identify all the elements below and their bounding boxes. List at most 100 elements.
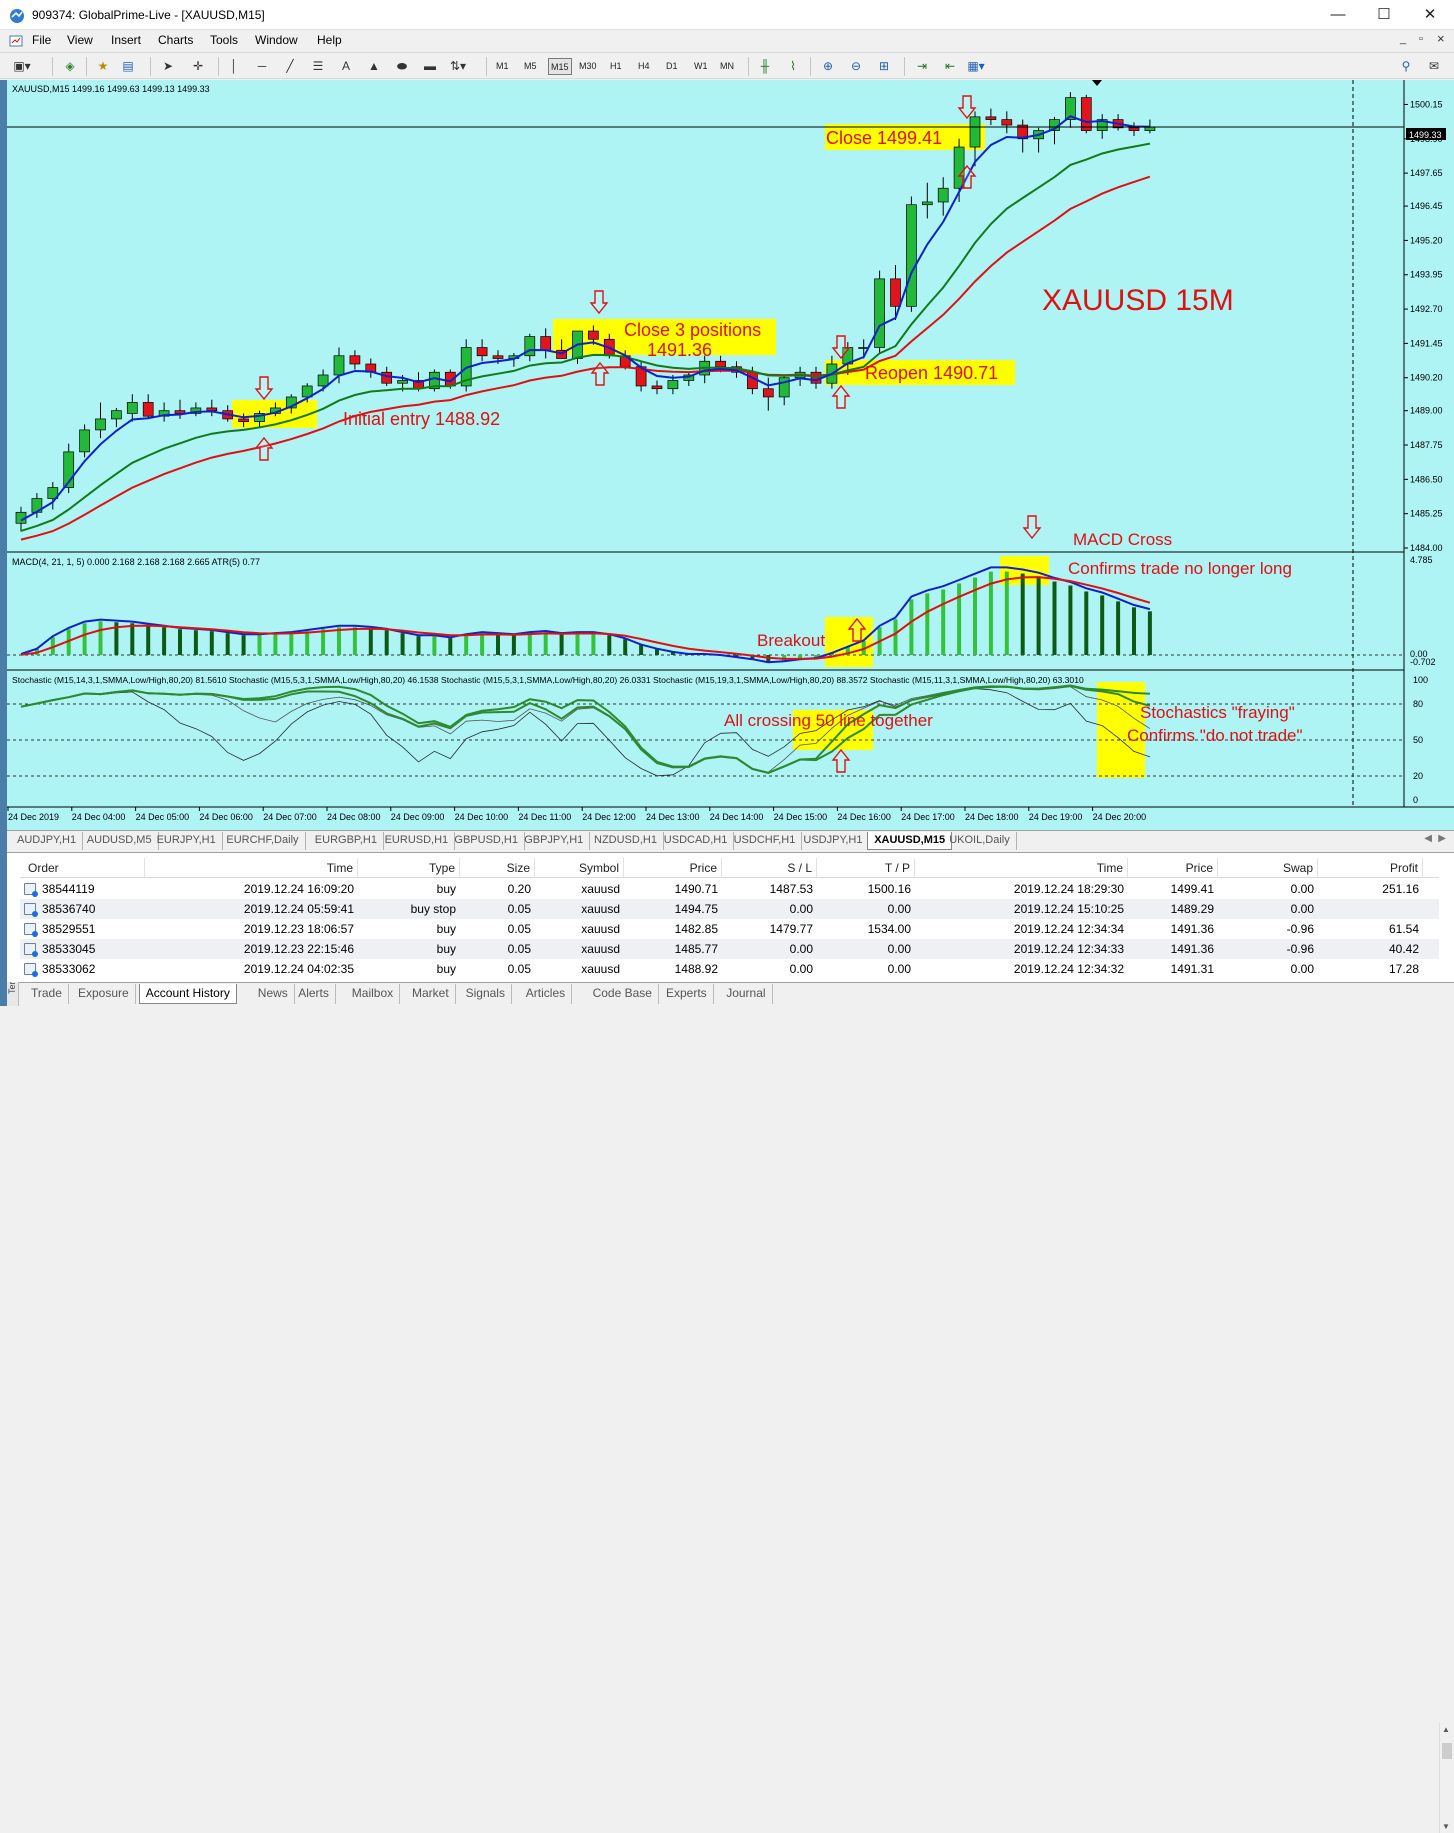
scroll-up-icon[interactable]: ▲ [1442,1725,1450,1734]
candle-body [985,116,997,120]
zoom-out-icon[interactable]: ⊖ [846,56,866,76]
tile-windows-icon[interactable]: ⊞ [874,56,894,76]
table-row[interactable]: 38533045 2019.12.23 22:15:46 buy 0.05 xauusd… [20,939,1439,959]
tabs-scroll-left-icon[interactable]: ◀ [1424,833,1432,844]
menu-charts[interactable]: Charts [158,33,193,47]
table-row[interactable]: 38533062 2019.12.24 04:02:35 buy 0.05 xauusd… [20,959,1439,979]
timeframe-m5[interactable]: M5 [522,58,539,75]
symbol-tab[interactable]: AUDUSD,M5 [81,832,159,850]
column-header[interactable]: Swap [1218,858,1318,878]
table-row[interactable]: 38536740 2019.12.24 05:59:41 buy stop 0.05 x… [20,899,1439,919]
fibonacci-icon[interactable]: ☰ [308,56,328,76]
timeframe-m15[interactable]: M15 [548,58,572,75]
column-header[interactable]: Order [20,858,145,878]
timeframe-m1[interactable]: M1 [494,58,511,75]
column-header[interactable]: Symbol [535,858,624,878]
bar-chart-icon[interactable]: ╫ [755,56,775,76]
scroll-thumb[interactable] [1442,1743,1452,1759]
symbol-tab[interactable]: GBPUSD,H1 [448,832,525,850]
triangle-icon[interactable]: ▲ [364,56,384,76]
symbol-tab[interactable]: EURJPY,H1 [151,832,223,850]
close-button[interactable]: ✕ [1407,0,1453,30]
terminal-tab[interactable]: Trade [25,984,69,1004]
column-header[interactable]: Type [358,858,460,878]
new-chart-icon[interactable]: ▣▾ [12,56,32,76]
terminal-tab[interactable]: Account History [138,984,237,1004]
vertical-scrollbar[interactable]: ▲ ▼ [1439,1723,1454,1833]
search-icon[interactable]: ⚲ [1396,56,1416,76]
chart-canvas[interactable]: 1500.151498.901497.651496.451495.201493.… [7,80,1454,830]
autoscroll-icon[interactable]: ⇥ [912,56,932,76]
column-header[interactable]: Price [1128,858,1218,878]
column-header[interactable]: Size [460,858,535,878]
menu-window[interactable]: Window [255,33,298,47]
mdi-close-button[interactable]: × [1437,31,1445,46]
maximize-button[interactable]: ☐ [1361,0,1407,30]
cursor-icon[interactable]: ➤ [158,56,178,76]
column-header[interactable]: Price [624,858,722,878]
indicators-icon[interactable]: ▦▾ [966,56,986,76]
vertical-line-icon[interactable]: │ [224,56,244,76]
macd-bar [480,633,485,655]
minimize-button[interactable]: — [1315,0,1361,30]
timeframe-h1[interactable]: H1 [608,58,624,75]
symbol-tab[interactable]: GBPJPY,H1 [518,832,591,850]
chart-window[interactable]: 1500.151498.901497.651496.451495.201493.… [7,80,1454,830]
column-header[interactable]: Profit [1318,858,1423,878]
trendline-icon[interactable]: ╱ [280,56,300,76]
timeframe-h4[interactable]: H4 [636,58,652,75]
text-tool-icon[interactable]: A [336,56,356,76]
mdi-minimize-button[interactable]: _ [1400,33,1406,45]
terminal-tab[interactable]: News [252,984,295,1004]
tabs-scroll-right-icon[interactable]: ▶ [1438,833,1446,844]
terminal-tab[interactable]: Mailbox [346,984,401,1004]
menu-file[interactable]: File [32,33,51,47]
profiles-icon[interactable]: ◈ [60,56,80,76]
symbol-tab[interactable]: USDCHF,H1 [728,832,803,850]
mdi-restore-button[interactable]: ▫ [1419,33,1423,45]
terminal-tab[interactable]: Signals [460,984,512,1004]
table-row[interactable]: 38544119 2019.12.24 16:09:20 buy 0.20 xauusd… [20,879,1439,899]
column-header[interactable]: Time [915,858,1128,878]
terminal-tab[interactable]: Articles [520,984,573,1004]
terminal-tab[interactable]: Alerts [292,984,336,1004]
timeframe-m30[interactable]: M30 [577,58,599,75]
chart-shift-icon[interactable]: ⇤ [940,56,960,76]
symbol-tab[interactable]: EURUSD,H1 [379,832,456,850]
timeframe-w1[interactable]: W1 [692,58,710,75]
symbol-tab[interactable]: EURCHF,Daily [220,832,306,850]
crosshair-icon[interactable]: ✛ [188,56,208,76]
terminal-tab[interactable]: Market [406,984,456,1004]
symbol-tab[interactable]: AUDJPY,H1 [11,832,84,850]
column-header[interactable]: Time [145,858,358,878]
menu-view[interactable]: View [67,33,93,47]
menu-tools[interactable]: Tools [210,33,238,47]
market-watch-icon[interactable]: ★ [93,56,113,76]
menu-insert[interactable]: Insert [111,33,141,47]
navigator-icon[interactable]: ▤ [118,56,138,76]
ellipse-icon[interactable]: ⬬ [392,56,412,76]
column-header[interactable]: S / L [722,858,817,878]
symbol-tab[interactable]: USDJPY,H1 [797,832,870,850]
symbol-tab[interactable]: UKOIL,Daily [943,832,1017,850]
chat-icon[interactable]: ✉ [1424,56,1444,76]
arrows-icon[interactable]: ⇅▾ [448,56,468,76]
rectangle-icon[interactable]: ▬ [420,56,440,76]
scroll-down-icon[interactable]: ▼ [1442,1822,1450,1831]
table-row[interactable]: 38529551 2019.12.23 18:06:57 buy 0.05 xauusd… [20,919,1439,939]
menu-help[interactable]: Help [317,33,342,47]
terminal-tab[interactable]: Journal [720,984,773,1004]
symbol-tab[interactable]: EURGBP,H1 [309,832,384,850]
symbol-tab[interactable]: USDCAD,H1 [658,832,735,850]
symbol-tab[interactable]: NZDUSD,H1 [588,832,664,850]
line-chart-icon[interactable]: ⌇ [783,56,803,76]
timeframe-mn[interactable]: MN [718,58,736,75]
terminal-tab[interactable]: Code Base [587,984,659,1004]
symbol-tab[interactable]: XAUUSD,M15 [867,832,953,850]
terminal-tab[interactable]: Experts [660,984,714,1004]
zoom-in-icon[interactable]: ⊕ [818,56,838,76]
timeframe-d1[interactable]: D1 [664,58,680,75]
horizontal-line-icon[interactable]: ─ [252,56,272,76]
terminal-tab[interactable]: Exposure [72,984,136,1004]
column-header[interactable]: T / P [817,858,915,878]
